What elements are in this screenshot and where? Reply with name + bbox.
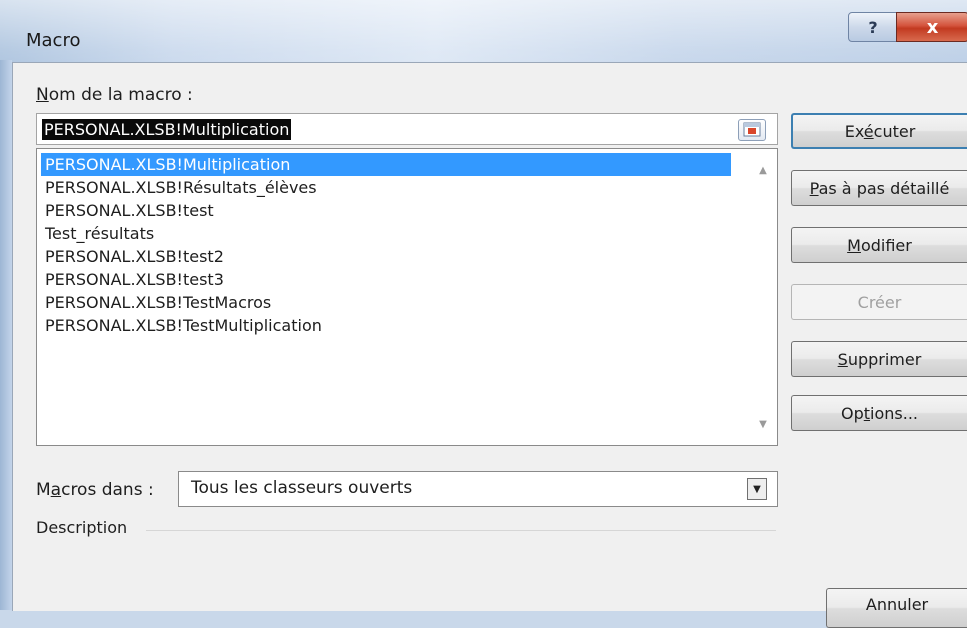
list-item[interactable]: PERSONAL.XLSB!Multiplication [41,153,731,176]
list-item[interactable]: PERSONAL.XLSB!test [41,199,731,222]
cancel-button[interactable]: Annuler [826,588,967,628]
step-into-button-label: Pas à pas détaillé [809,178,950,198]
dialog-window: Macro ? x Nom de la macro : PERSONAL.XLS… [0,0,967,628]
macro-name-label-text: om de la macro : [48,85,193,105]
window-title: Macro [26,30,81,51]
macro-name-value: PERSONAL.XLSB!Multiplication [42,119,292,140]
list-item[interactable]: PERSONAL.XLSB!TestMacros [41,291,731,314]
macros-in-value: Tous les classeurs ouverts [191,478,413,498]
macros-in-dropdown[interactable]: Tous les classeurs ouverts ▼ [178,471,778,507]
dropdown-arrow-icon[interactable]: ▼ [747,478,767,500]
create-button-label: Créer [857,292,902,312]
delete-button-label: Supprimer [837,349,922,369]
macro-name-label-mnemonic: N [36,85,49,105]
help-button[interactable]: ? [848,12,898,42]
execute-button[interactable]: Exécuter [791,113,967,149]
list-item[interactable]: PERSONAL.XLSB!test2 [41,245,731,268]
cancel-button-label: Annuler [865,595,929,614]
macro-name-input[interactable]: PERSONAL.XLSB!Multiplication [36,113,778,145]
step-into-button[interactable]: Pas à pas détaillé [791,170,967,206]
help-icon: ? [868,17,878,37]
close-button[interactable]: x [896,12,967,42]
edit-button[interactable]: Modifier [791,227,967,263]
close-icon: x [926,16,939,38]
list-item[interactable]: PERSONAL.XLSB!TestMultiplication [41,314,731,337]
macro-list[interactable]: PERSONAL.XLSB!Multiplication PERSONAL.XL… [36,148,778,446]
scroll-down-arrow-icon[interactable]: ▼ [753,419,773,435]
window-left-border [0,60,12,610]
options-button[interactable]: Options... [791,395,967,431]
scroll-up-arrow-icon[interactable]: ▲ [753,165,773,181]
collapse-dialog-button[interactable] [738,119,766,141]
list-item[interactable]: Test_résultats [41,222,731,245]
edit-button-label: Modifier [847,235,912,255]
description-label: Description [36,518,128,537]
list-item[interactable]: PERSONAL.XLSB!Résultats_élèves [41,176,731,199]
description-divider [146,530,776,531]
macros-in-label: Macros dans : [36,480,154,500]
execute-button-label: Exécuter [844,121,916,141]
range-select-icon [743,122,761,137]
macro-name-label: Nom de la macro : [36,85,193,105]
list-item[interactable]: PERSONAL.XLSB!test3 [41,268,731,291]
delete-button[interactable]: Supprimer [791,341,967,377]
options-button-label: Options... [841,403,918,423]
create-button[interactable]: Créer [791,284,967,320]
